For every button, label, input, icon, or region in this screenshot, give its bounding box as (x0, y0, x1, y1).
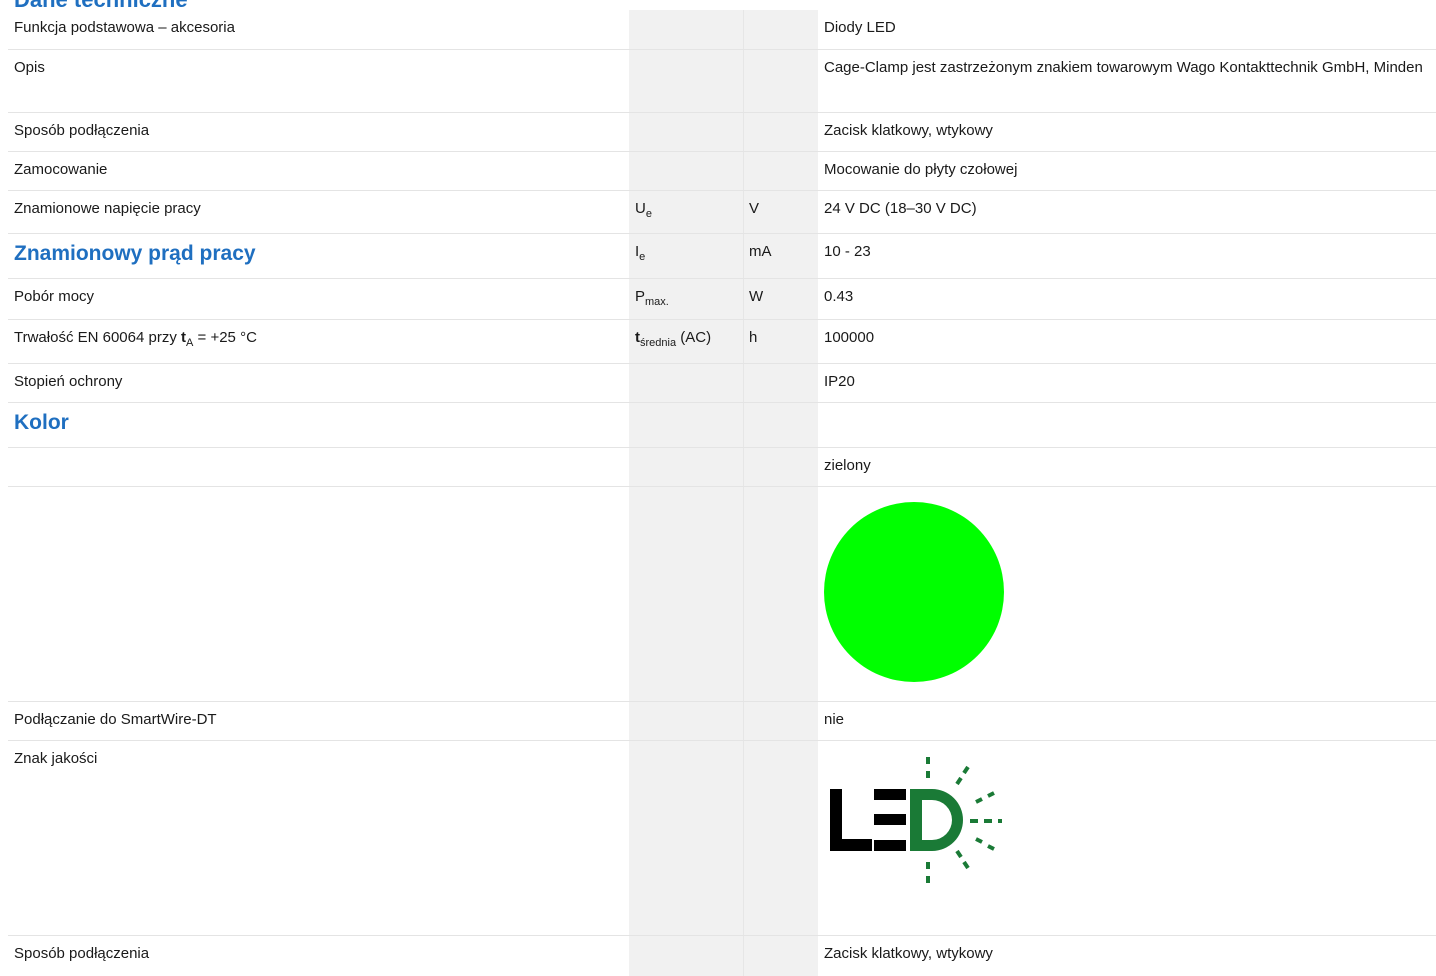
row-value: 100000 (824, 329, 875, 346)
table-row-logo: Znak jakości (8, 741, 1436, 936)
row-value: nie (824, 711, 845, 728)
row-label: Pobór mocy (14, 288, 95, 305)
table-row-section: Znamionowy prąd pracy Ie mA 10 - 23 (8, 234, 1436, 279)
row-label: Znak jakości (14, 750, 98, 767)
row-symbol (629, 448, 743, 486)
row-symbol: tśrednia (AC) (629, 320, 743, 363)
row-unit (743, 936, 818, 976)
row-value: Zacisk klatkowy, wtykowy (824, 945, 993, 962)
row-label: Stopień ochrony (14, 373, 123, 390)
row-value (818, 487, 1436, 701)
row-value: Zacisk klatkowy, wtykowy (824, 122, 993, 139)
row-unit: W (743, 279, 818, 319)
row-value: Mocowanie do płyty czołowej (824, 161, 1018, 178)
led-logo-letter-e-top (874, 789, 906, 800)
row-value: Cage-Clamp jest zastrzeżonym znakiem tow… (824, 59, 1423, 76)
symbol-text: P (635, 288, 646, 305)
table-row: zielony (8, 448, 1436, 487)
row-unit (743, 403, 818, 447)
table-row: Pobór mocy Pmax. W 0.43 (8, 279, 1436, 320)
row-value: IP20 (824, 373, 855, 390)
row-symbol (629, 487, 743, 701)
row-value: zielony (824, 457, 871, 474)
row-value: 0.43 (824, 288, 854, 305)
row-unit (743, 152, 818, 190)
row-value: 24 V DC (18–30 V DC) (824, 200, 977, 217)
row-label (8, 448, 629, 486)
row-symbol: Pmax. (629, 279, 743, 319)
symbol-text: U (635, 200, 646, 217)
row-unit (743, 364, 818, 402)
led-logo-icon (830, 757, 1002, 883)
symbol-suffix: (AC) (676, 329, 712, 346)
table-row: Podłączanie do SmartWire-DT nie (8, 702, 1436, 741)
row-symbol (629, 403, 743, 447)
row-unit: V (743, 191, 818, 233)
row-value (818, 403, 1436, 447)
row-symbol (629, 702, 743, 740)
row-symbol (629, 364, 743, 402)
row-label: Zamocowanie (14, 161, 108, 178)
row-unit (743, 448, 818, 486)
table-row: Sposób podłączenia Zacisk klatkowy, wtyk… (8, 113, 1436, 152)
row-label: Podłączanie do SmartWire-DT (14, 711, 217, 728)
row-symbol (629, 113, 743, 151)
led-logo-rays (926, 757, 1002, 883)
section-heading: Kolor (14, 411, 69, 434)
table-row-section: Kolor (8, 403, 1436, 448)
section-heading: Znamionowy prąd pracy (14, 242, 256, 265)
row-label: Znamionowe napięcie pracy (14, 200, 201, 217)
spec-table: Funkcja podstawowa – akcesoria Diody LED… (8, 10, 1436, 976)
table-row: Opis Cage-Clamp jest zastrzeżonym znakie… (8, 50, 1436, 113)
table-row: Sposób podłączenia Zacisk klatkowy, wtyk… (8, 936, 1436, 976)
row-symbol (629, 10, 743, 49)
row-label: Opis (14, 59, 45, 76)
row-unit: mA (743, 234, 818, 278)
row-unit (743, 10, 818, 49)
led-logo-letter-e-mid (874, 814, 906, 825)
row-label: Funkcja podstawowa – akcesoria (14, 19, 235, 36)
row-unit (743, 741, 818, 935)
row-symbol: Ue (629, 191, 743, 233)
row-value: Diody LED (824, 19, 896, 36)
led-logo-letter-l (830, 789, 872, 851)
label-text: Trwałość EN 60064 przy (14, 329, 182, 346)
row-symbol (629, 50, 743, 112)
row-symbol (629, 936, 743, 976)
row-label: Sposób podłączenia (14, 122, 150, 139)
symbol-subscript: średnia (640, 337, 677, 349)
row-unit (743, 487, 818, 701)
row-unit: h (743, 320, 818, 363)
row-label (8, 487, 629, 701)
led-logo-letter-d (910, 789, 963, 851)
table-row: Stopień ochrony IP20 (8, 364, 1436, 403)
label-text-tail: = +25 °C (193, 329, 257, 346)
symbol-subscript: e (639, 251, 646, 263)
table-row: Zamocowanie Mocowanie do płyty czołowej (8, 152, 1436, 191)
row-value (818, 741, 1436, 935)
row-unit (743, 113, 818, 151)
row-label: Trwałość EN 60064 przy tA = +25 °C (8, 320, 629, 363)
color-swatch (824, 502, 1004, 682)
led-logo-letter-e-bot (874, 840, 906, 851)
row-symbol (629, 741, 743, 935)
row-label: Sposób podłączenia (14, 945, 150, 962)
row-symbol (629, 152, 743, 190)
row-unit (743, 702, 818, 740)
table-row: Znamionowe napięcie pracy Ue V 24 V DC (… (8, 191, 1436, 234)
symbol-subscript: e (645, 208, 652, 220)
row-value: 10 - 23 (824, 243, 871, 260)
symbol-subscript: max. (645, 296, 669, 308)
row-unit (743, 50, 818, 112)
table-row-swatch (8, 487, 1436, 702)
row-symbol: Ie (629, 234, 743, 278)
table-row: Trwałość EN 60064 przy tA = +25 °C tśred… (8, 320, 1436, 364)
table-row: Funkcja podstawowa – akcesoria Diody LED (8, 10, 1436, 50)
